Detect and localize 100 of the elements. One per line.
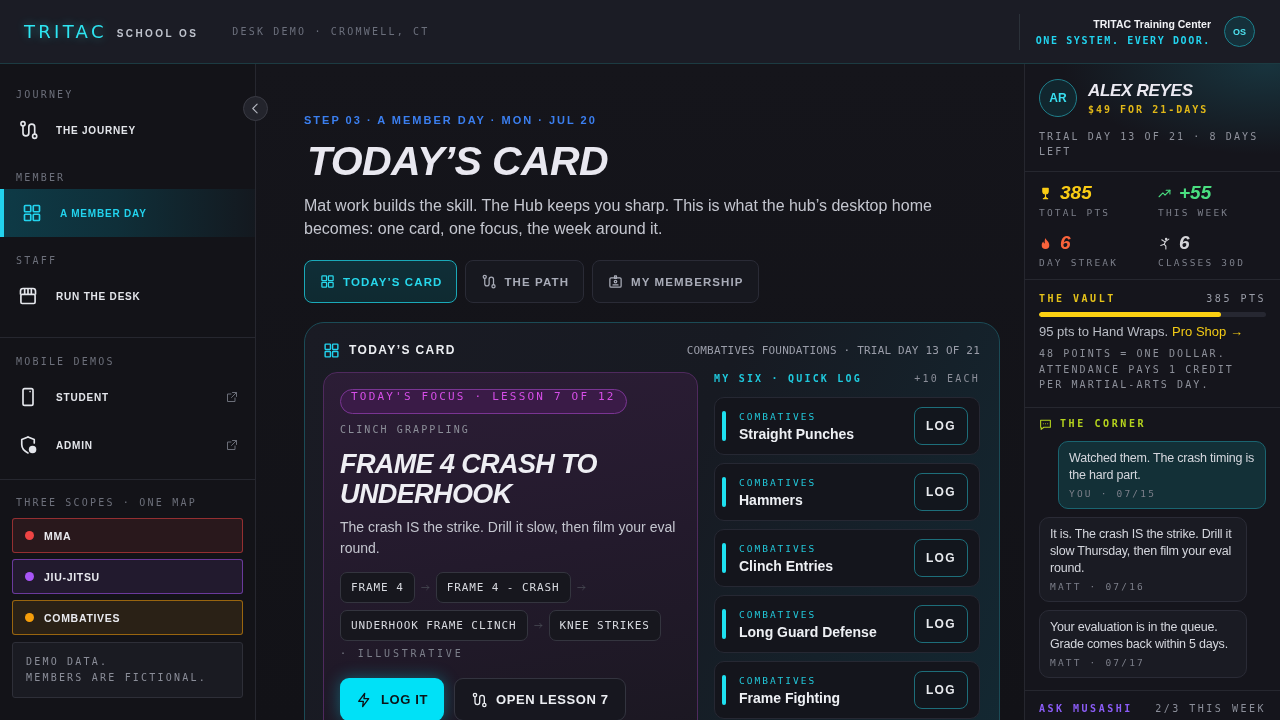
tagline: ONE SYSTEM. EVERY DOOR. xyxy=(1035,34,1211,46)
shield-icon xyxy=(18,435,38,455)
stat-label: DAY STREAK xyxy=(1039,257,1120,268)
location-label: DESK DEMO · CROMWELL, CT xyxy=(232,26,430,37)
assistant-link[interactable]: ASK MUSASHI xyxy=(1039,702,1133,715)
nav-item[interactable]: STUDENT xyxy=(0,373,255,421)
scope-chip[interactable]: MMA xyxy=(12,518,243,553)
section-label: MEMBER xyxy=(15,173,67,183)
log-button[interactable]: LOG xyxy=(914,473,968,511)
route-icon xyxy=(470,691,487,708)
id-badge-icon xyxy=(608,274,624,289)
card-title: TODAY’S CARD xyxy=(349,343,456,357)
drill-name: Long Guard Defense xyxy=(739,623,877,640)
chat-icon xyxy=(1039,417,1052,431)
message-text: Your evaluation is in the queue. Grade comes back within 5 days. xyxy=(1050,618,1229,653)
stat-label: TOTAL PTS xyxy=(1039,207,1112,218)
drill-category: COMBATIVES xyxy=(739,410,818,422)
tab[interactable]: TODAY’S CARD xyxy=(304,260,458,303)
member-avatar: AR xyxy=(1039,79,1077,117)
nav-item[interactable]: ADMIN xyxy=(0,421,255,469)
arrow-icon xyxy=(533,621,543,630)
section-label: THE VAULT xyxy=(1039,293,1116,304)
arrow-icon xyxy=(576,583,586,592)
stat-label: CLASSES 30D xyxy=(1158,257,1247,268)
stat-value: 6 xyxy=(1179,232,1190,254)
drill-name: Clinch Entries xyxy=(739,557,834,574)
drill-name: Hammers xyxy=(739,491,804,508)
drill-category: COMBATIVES xyxy=(739,542,818,554)
message-text: Watched them. The crash timing is the hard part. xyxy=(1069,449,1255,484)
log-button[interactable]: LOG xyxy=(914,407,968,445)
message-meta: MATT · 07/17 xyxy=(1050,656,1147,669)
organization-name: TRITAC Training Center xyxy=(1093,17,1211,30)
nav-item[interactable]: RUN THE DESK xyxy=(0,272,255,320)
technique-chip: FRAME 4 xyxy=(340,572,415,603)
category-label: CLINCH GRAPPLING xyxy=(340,424,471,436)
section-label: MOBILE DEMOS xyxy=(15,357,116,367)
user-avatar[interactable]: OS xyxy=(1224,16,1255,47)
drill-name: Straight Punches xyxy=(739,425,855,442)
section-label: THREE SCOPES · ONE MAP xyxy=(15,498,198,508)
technique-chip: UNDERHOOK FRAME CLINCH xyxy=(340,610,528,641)
log-it-button[interactable]: LOG IT xyxy=(340,678,444,720)
stat-value: 385 xyxy=(1060,182,1092,204)
step-label: STEP 03 · A MEMBER DAY · MON · JUL 20 xyxy=(304,113,598,127)
accent-bar xyxy=(722,675,726,705)
section-label: MY SIX · QUICK LOG xyxy=(714,372,862,386)
demo-note: DEMO DATA. MEMBERS ARE FICTIONAL. xyxy=(12,642,243,698)
card-meta: COMBATIVES FOUNDATIONS · TRIAL DAY 13 OF 21 xyxy=(686,343,980,357)
open-lesson-button[interactable]: OPEN LESSON 7 xyxy=(453,678,626,720)
grid-icon xyxy=(320,274,335,289)
stat-value: 6 xyxy=(1060,232,1071,254)
chain-note: · ILLUSTRATIVE xyxy=(340,648,465,660)
section-label: STAFF xyxy=(15,256,59,266)
kicking-person-icon xyxy=(1158,236,1171,250)
tab[interactable]: THE PATH xyxy=(465,260,585,303)
grid-icon xyxy=(323,341,340,359)
vault-note: 48 POINTS = ONE DOLLAR. ATTENDANCE PAYS 1 CREDIT PER MARTIAL-ARTS DAY. xyxy=(1039,347,1235,392)
message-meta: YOU · 07/15 xyxy=(1069,487,1158,500)
accent-bar xyxy=(722,411,726,441)
member-name: ALEX REYES xyxy=(1088,80,1194,101)
flame-icon xyxy=(1039,236,1052,250)
progress-text: 95 pts to Hand Wraps. xyxy=(1039,324,1169,340)
scope-chip[interactable]: COMBATIVES xyxy=(12,600,243,635)
page-title: TODAY’S CARD xyxy=(306,138,610,184)
lightning-icon xyxy=(356,691,372,708)
accent-bar xyxy=(722,477,726,507)
drill-name: Frame Fighting xyxy=(739,689,841,706)
drill-category: COMBATIVES xyxy=(739,476,817,488)
points-label: 385 PTS xyxy=(1206,293,1266,304)
shop-link[interactable]: Pro Shop → xyxy=(1172,324,1243,340)
nav-item[interactable]: THE JOURNEY xyxy=(0,106,255,154)
section-label: JOURNEY xyxy=(15,90,75,100)
log-button[interactable]: LOG xyxy=(914,671,968,709)
trial-status: TRIAL DAY 13 OF 21 · 8 DAYS LEFT xyxy=(1039,130,1260,159)
technique-chip: KNEE STRIKES xyxy=(548,610,661,641)
stat-label: THIS WEEK xyxy=(1158,207,1231,218)
accent-bar xyxy=(722,609,726,639)
brand-logo: TRITAC xyxy=(24,21,107,42)
message-text: It is. The crash IS the strike. Drill it slow Thursday, then film your eval round. xyxy=(1050,525,1233,577)
product-name: SCHOOL OS xyxy=(116,27,199,39)
stat-value: +55 xyxy=(1179,182,1212,204)
log-button[interactable]: LOG xyxy=(914,605,968,643)
scope-chip[interactable]: JIU-JITSU xyxy=(12,559,243,594)
route-icon xyxy=(18,120,38,140)
arrow-icon xyxy=(420,583,430,592)
log-button[interactable]: LOG xyxy=(914,539,968,577)
tab[interactable]: MY MEMBERSHIP xyxy=(592,260,759,303)
route-icon xyxy=(481,274,497,289)
nav-item[interactable]: A MEMBER DAY xyxy=(0,189,255,237)
message-meta: MATT · 07/16 xyxy=(1050,580,1147,593)
usage-label: 2/3 THIS WEEK xyxy=(1155,702,1266,715)
drill-category: COMBATIVES xyxy=(739,608,818,620)
drill-category: COMBATIVES xyxy=(739,674,818,686)
grid-icon xyxy=(22,203,42,223)
lesson-title: FRAME 4 CRASH TO UNDERHOOK xyxy=(340,449,598,509)
technique-chip: FRAME 4 - CRASH xyxy=(435,572,571,603)
focus-badge: TODAY'S FOCUS · LESSON 7 OF 12 xyxy=(340,389,627,414)
plan-label: $49 FOR 21-DAYS xyxy=(1088,103,1209,116)
accent-bar xyxy=(722,543,726,573)
store-icon xyxy=(18,286,38,306)
points-note: +10 EACH xyxy=(914,372,980,386)
